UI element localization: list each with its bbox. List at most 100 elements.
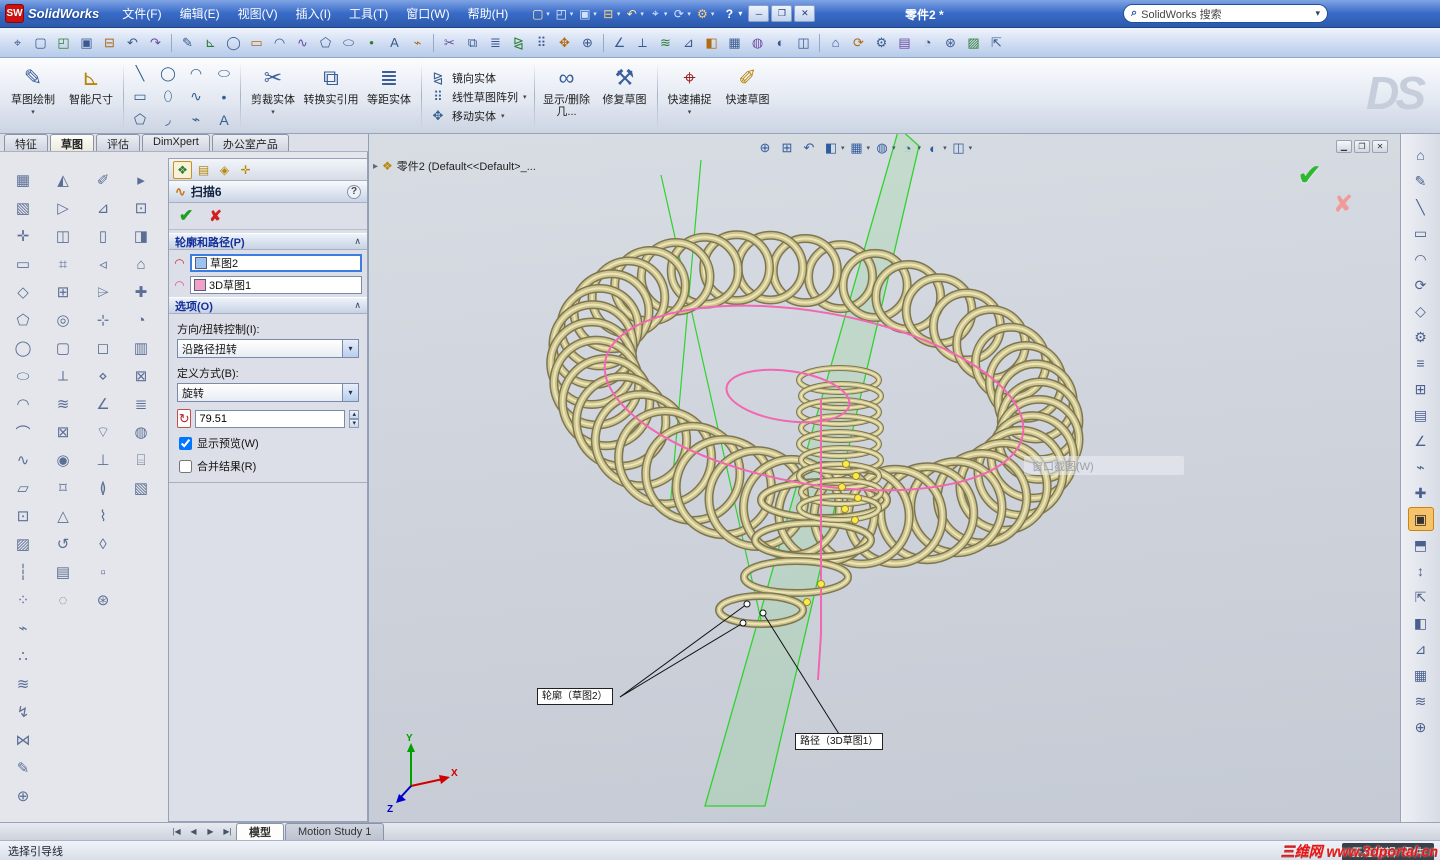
orientation-select[interactable]: 沿路径扭转 ▾: [177, 339, 359, 358]
pm-display-pane-tab-icon[interactable]: ✛: [236, 161, 255, 179]
chevron-down-icon[interactable]: ▾: [617, 10, 621, 18]
model-canvas[interactable]: X Y Z: [369, 134, 1400, 822]
doc-minimize-button[interactable]: ▁: [1336, 140, 1352, 153]
toolbar-icon[interactable]: ⧉: [462, 32, 483, 53]
toolbar-icon[interactable]: ◇: [10, 279, 36, 305]
chevron-down-icon[interactable]: ▾: [523, 93, 527, 101]
toolbar-icon[interactable]: ◔: [128, 307, 154, 333]
print-icon[interactable]: ⊟: [598, 4, 619, 24]
toolbar-icon[interactable]: ⊿: [90, 195, 116, 221]
toolbar-icon[interactable]: ⊠: [50, 419, 76, 445]
toolbar-icon[interactable]: ⊕: [10, 783, 36, 809]
options-icon[interactable]: ⚙: [692, 4, 713, 24]
toolbar-icon[interactable]: ◯: [10, 335, 36, 361]
section-view-icon[interactable]: ◧: [821, 139, 841, 157]
toolbar-icon[interactable]: ≣: [485, 32, 506, 53]
toolbar-icon[interactable]: ◉: [50, 447, 76, 473]
chevron-down-icon[interactable]: ▾: [969, 144, 973, 152]
toolbar-icon[interactable]: ⬠: [10, 307, 36, 333]
fillet-icon[interactable]: ◞: [155, 108, 181, 131]
toolbar-icon[interactable]: ▥: [128, 335, 154, 361]
chevron-down-icon[interactable]: ▾: [664, 10, 668, 18]
toolbar-icon[interactable]: ⬭: [338, 32, 359, 53]
collapse-icon[interactable]: ∧: [354, 300, 361, 311]
doc-close-button[interactable]: ✕: [1372, 140, 1388, 153]
search-chevron-icon[interactable]: ▾: [1315, 8, 1320, 19]
toolbar-icon[interactable]: ∴: [10, 643, 36, 669]
collapse-icon[interactable]: ∧: [354, 236, 361, 247]
toolbar-icon[interactable]: ◻: [90, 335, 116, 361]
toolbar-icon[interactable]: ⊛: [940, 32, 961, 53]
toolbar-icon[interactable]: ▱: [10, 475, 36, 501]
toolbar-icon[interactable]: ⊿: [1408, 637, 1434, 661]
menu-item[interactable]: 编辑(E): [171, 1, 229, 26]
toolbar-icon[interactable]: ▤: [1408, 403, 1434, 427]
chevron-down-icon[interactable]: ▾: [892, 144, 896, 152]
toolbar-icon[interactable]: ◍: [128, 419, 154, 445]
toolbar-icon[interactable]: ◠: [1408, 247, 1434, 271]
toolbar-icon[interactable]: A: [384, 32, 405, 53]
polygon-icon[interactable]: ⬠: [127, 108, 153, 131]
toolbar-icon[interactable]: ◧: [701, 32, 722, 53]
toolbar-icon[interactable]: ┆: [10, 559, 36, 585]
toolbar-icon[interactable]: ▸: [128, 167, 154, 193]
point-icon[interactable]: •: [211, 85, 237, 108]
toolbar-icon[interactable]: ⚙: [1408, 325, 1434, 349]
offset-entities-button[interactable]: ≣ 等距实体: [360, 60, 418, 133]
toolbar-icon[interactable]: ✂: [439, 32, 460, 53]
toolbar-icon[interactable]: ▧: [10, 195, 36, 221]
tab-nav-button[interactable]: ◀: [185, 825, 202, 839]
spline-icon[interactable]: ∿: [183, 85, 209, 108]
ok-button[interactable]: ✔: [179, 206, 193, 226]
chevron-down-icon[interactable]: ▾: [593, 10, 597, 18]
toolbar-icon[interactable]: ≣: [128, 391, 154, 417]
toolbar-icon[interactable]: ✥: [554, 32, 575, 53]
line-icon[interactable]: ╲: [127, 62, 153, 85]
arc-icon[interactable]: ◠: [183, 62, 209, 85]
toolbar-icon[interactable]: ≋: [1408, 689, 1434, 713]
toolbar-icon[interactable]: ▦: [724, 32, 745, 53]
zoom-fit-icon[interactable]: ⊕: [755, 139, 775, 157]
command-tab[interactable]: 特征: [4, 134, 48, 151]
toolbar-icon[interactable]: ✚: [128, 279, 154, 305]
toolbar-icon[interactable]: ◭: [50, 167, 76, 193]
toolbar-icon[interactable]: ◃: [90, 251, 116, 277]
panel-help-icon[interactable]: ?: [347, 184, 361, 199]
open-icon[interactable]: ◰: [551, 4, 572, 24]
toolbar-icon[interactable]: ⌔: [90, 419, 116, 445]
toolbar-icon[interactable]: ≋: [10, 671, 36, 697]
toolbar-icon[interactable]: ✚: [1408, 481, 1434, 505]
menu-item[interactable]: 窗口(W): [397, 1, 458, 26]
toolbar-icon[interactable]: ⊛: [90, 587, 116, 613]
toolbar-icon[interactable]: ∿: [10, 447, 36, 473]
toolbar-icon[interactable]: ⬠: [315, 32, 336, 53]
smart-dimension-button[interactable]: ⊾ 智能尺寸: [62, 60, 120, 133]
quick-snaps-button[interactable]: ⌖ 快速捕捉 ▾: [661, 60, 719, 133]
toolbar-icon[interactable]: ⟂: [632, 32, 653, 53]
view-orientation-icon[interactable]: ▦: [847, 139, 867, 157]
toolbar-icon[interactable]: ⧎: [508, 32, 529, 53]
command-tab[interactable]: 办公室产品: [211, 134, 289, 151]
path-field[interactable]: 3D草图1: [190, 276, 362, 294]
part-name[interactable]: 零件2 (Default<<Default>_...: [397, 158, 536, 174]
toolbar-icon[interactable]: ⊡: [10, 503, 36, 529]
toolbar-icon[interactable]: ⋈: [10, 727, 36, 753]
tab-nav-button[interactable]: ▶: [202, 825, 219, 839]
chevron-down-icon[interactable]: ▾: [271, 107, 275, 119]
toolbar-icon[interactable]: ▣: [1407, 507, 1434, 531]
toolbar-icon[interactable]: ∿: [292, 32, 313, 53]
toolbar-icon[interactable]: ⋄: [90, 363, 116, 389]
toolbar-icon[interactable]: ⬭: [10, 363, 36, 389]
toolbar-icon[interactable]: ∠: [609, 32, 630, 53]
new-document-icon[interactable]: ▢: [527, 4, 548, 24]
toolbar-icon[interactable]: ✎: [1408, 169, 1434, 193]
toolbar-icon[interactable]: ⊥: [90, 447, 116, 473]
toolbar-icon[interactable]: ≡: [1408, 351, 1434, 375]
menu-item[interactable]: 帮助(H): [459, 1, 518, 26]
toolbar-icon[interactable]: ⊕: [1408, 715, 1434, 739]
tab-nav-button[interactable]: |◀: [168, 825, 185, 839]
toolbar-icon[interactable]: ◯: [223, 32, 244, 53]
confirm-cancel-button[interactable]: ✘: [1333, 190, 1353, 219]
display-style-icon[interactable]: ◍: [872, 139, 892, 157]
toolbar-icon[interactable]: ⌁: [1408, 455, 1434, 479]
